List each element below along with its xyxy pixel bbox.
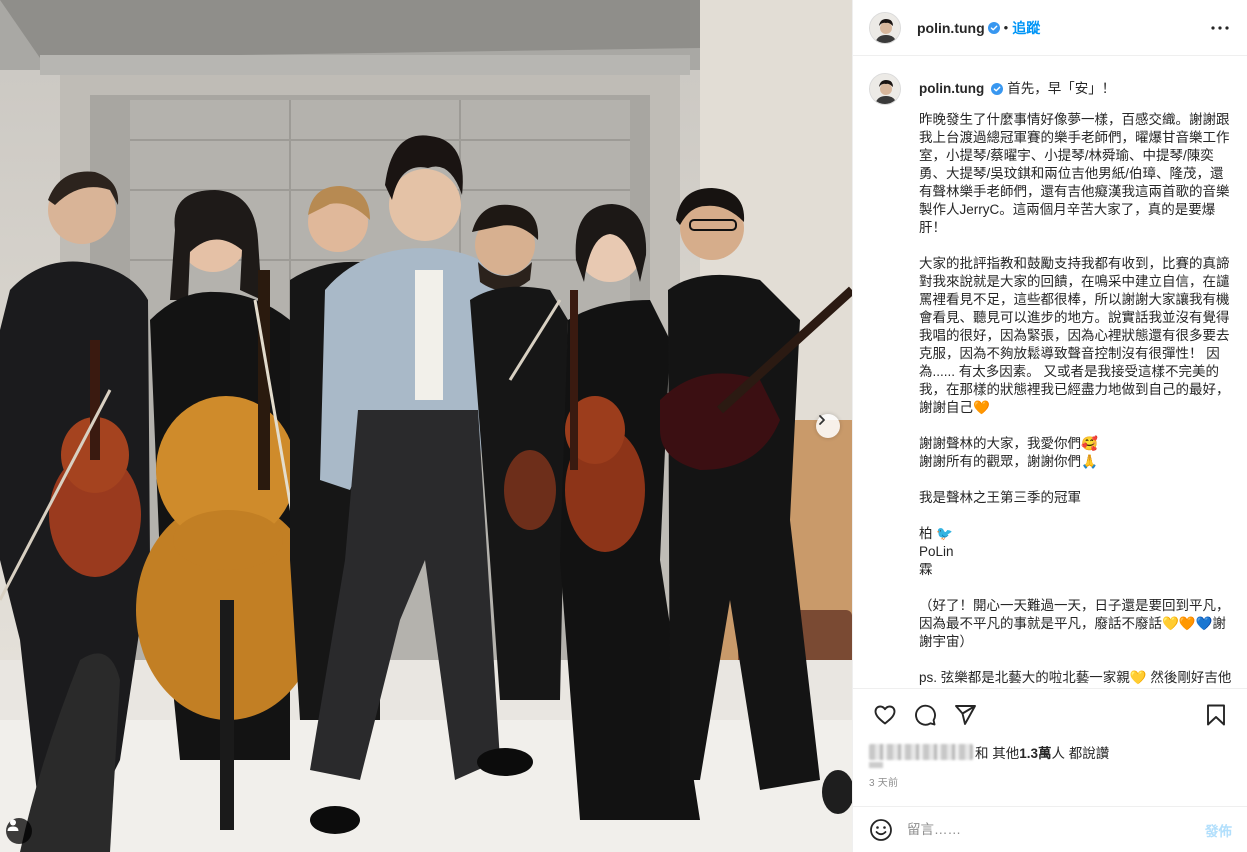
paper-plane-icon (955, 704, 976, 725)
caption-username[interactable]: polin.tung (919, 80, 984, 98)
like-button[interactable] (865, 695, 905, 735)
caption-line: 謝宇宙） (919, 634, 973, 649)
comment-input[interactable] (907, 822, 1205, 837)
caption-line: 謝謝聲林的大家，我愛你們🥰 (919, 436, 1098, 451)
likes-prefix: 和 其他 (975, 746, 1020, 761)
save-button[interactable] (1196, 695, 1236, 735)
emoji-button[interactable] (869, 818, 893, 842)
caption-line: 大家的批評指教和鼓勵支持我都有收到，比賽的真諦 (919, 256, 1230, 271)
caption-line: 我是聲林之王第三季的冠軍 (919, 490, 1081, 505)
caption-line: 我，在那樣的狀態裡我已經盡力地做到自己的最好， (919, 382, 1230, 397)
post-photo[interactable] (0, 0, 852, 852)
caption-paragraph: 柏 🐦 PoLin 霖 (919, 525, 1231, 579)
caption-line: 謝謝自己🧡 (919, 400, 990, 415)
post-header: polin.tung • 追蹤 (853, 0, 1247, 56)
heart-icon (874, 705, 896, 724)
caption-paragraph: ps. 弦樂都是北藝大的啦北藝一家親💛 然後剛好吉他 (919, 669, 1231, 687)
caption-paragraphs: 昨晚發生了什麼事情好像夢一樣，百感交織。謝謝跟 我上台渡過總冠軍賽的樂手老師們，曜… (919, 111, 1231, 687)
smiley-icon (870, 818, 892, 841)
user-tag-icon (7, 819, 19, 831)
avatar-image (870, 12, 900, 43)
caption-paragraph: 大家的批評指教和鼓勵支持我都有收到，比賽的真諦 對我來說就是大家的回饋，在鳴采中建… (919, 255, 1231, 417)
caption-line: 為...... 有太多因素。 又或者是我接受這樣不完美的 (919, 364, 1220, 379)
caption-line: 有聲林樂手老師們，還有吉他癡漢我這兩首歌的音樂 (919, 184, 1230, 199)
action-bar (853, 688, 1247, 740)
verified-badge-icon (991, 83, 1004, 95)
caption-paragraph: 昨晚發生了什麼事情好像夢一樣，百感交織。謝謝跟 我上台渡過總冠軍賽的樂手老師們，曜… (919, 111, 1231, 237)
avatar-image (870, 74, 900, 104)
likes-count: 1.3萬 (1019, 746, 1052, 761)
caption-line: ps. 弦樂都是北藝大的啦北藝一家親💛 然後剛好吉他 (919, 670, 1232, 685)
caption-line: PoLin (919, 544, 954, 559)
carousel-next-button[interactable] (816, 414, 840, 438)
caption-line: 謝謝所有的觀眾，謝謝你們🙏 (919, 454, 1098, 469)
caption-line: 我上台渡過總冠軍賽的樂手老師們，曜爆甘音樂工作 (919, 130, 1230, 145)
likes-suffix: 人 都說讚 (1051, 746, 1110, 761)
caption-paragraph: 我是聲林之王第三季的冠軍 (919, 489, 1231, 507)
post-comment-button[interactable]: 發佈 (1205, 820, 1232, 840)
caption-line: 製作人JerryC。這兩個月辛苦大家了，真的是要爆 (919, 202, 1216, 217)
blurred-liker-name (869, 744, 973, 760)
caption-line: 我唱的很好，因為緊張，因為心裡狀態還有很多要去 (919, 328, 1230, 343)
comment-bubble-icon (915, 704, 936, 726)
post-detail-panel: polin.tung • 追蹤 polin.tung 首先，早「安」！ 昨晚發生… (852, 0, 1247, 852)
caption-line: 柏 🐦 (919, 526, 954, 541)
caption-line: 霖 (919, 562, 933, 577)
caption-text: polin.tung 首先，早「安」！ 昨晚發生了什麼事情好像夢一樣，百感交織。… (919, 73, 1231, 687)
caption-comment: polin.tung 首先，早「安」！ 昨晚發生了什麼事情好像夢一樣，百感交織。… (869, 73, 1236, 687)
caption-paragraph: （好了！開心一天難過一天，日子還是要回到平凡， 因為最不平凡的事就是平凡，廢話不廢… (919, 597, 1231, 651)
likes-summary[interactable]: 和 其他 1.3萬 人 都說讚 (869, 742, 1109, 762)
follow-button[interactable]: 追蹤 (1012, 18, 1040, 38)
user-tag-button[interactable] (6, 818, 32, 844)
caption-line: 勇、大提琴/吳玟錤和兩位吉他男紙/伯璋、隆茂，還 (919, 166, 1224, 181)
share-button[interactable] (945, 695, 985, 735)
blurred-liker-avatar (869, 762, 883, 768)
caption-line: 罵裡看見不足，這些都很棒，所以謝謝大家讓我有機 (919, 292, 1230, 307)
comment-button[interactable] (905, 695, 945, 735)
post-timestamp[interactable]: 3 天前 (869, 774, 898, 789)
caption-avatar[interactable] (869, 73, 901, 105)
avatar[interactable] (869, 11, 901, 44)
caption-line: 會看見、聽見可以進步的地方。說實話我並沒有覺得 (919, 310, 1230, 325)
caption-scroll-area[interactable]: polin.tung 首先，早「安」！ 昨晚發生了什麼事情好像夢一樣，百感交織。… (853, 57, 1247, 687)
caption-line: 對我來說就是大家的回饋，在鳴采中建立自信，在譴 (919, 274, 1230, 289)
header-separator: • (1003, 20, 1009, 35)
caption-line: 克服，因為不夠放鬆導致聲音控制沒有很彈性！ 因 (919, 346, 1220, 361)
caption-line: 因為最不平凡的事就是平凡，廢話不廢話💛🧡💙謝 (919, 616, 1226, 631)
caption-opening: 首先，早「安」！ (1007, 81, 1116, 96)
caption-line: （好了！開心一天難過一天，日子還是要回到平凡， (919, 598, 1230, 613)
comment-bar: 發佈 (853, 806, 1247, 852)
chevron-right-icon (819, 415, 825, 425)
more-options-icon (1211, 26, 1229, 30)
caption-paragraph: 謝謝聲林的大家，我愛你們🥰 謝謝所有的觀眾，謝謝你們🙏 (919, 435, 1231, 471)
caption-line: 肝！ (919, 220, 946, 235)
caption-line: 室，小提琴/蔡曜宇、小提琴/林舜瑜、中提琴/陳奕 (919, 148, 1214, 163)
caption-line: 昨晚發生了什麼事情好像夢一樣，百感交織。謝謝跟 (919, 112, 1230, 127)
header-username[interactable]: polin.tung (917, 20, 985, 36)
group-photo-illustration (0, 0, 852, 852)
verified-badge-icon (987, 21, 1000, 34)
bookmark-icon (1207, 704, 1225, 725)
more-options-button[interactable] (1208, 16, 1232, 40)
